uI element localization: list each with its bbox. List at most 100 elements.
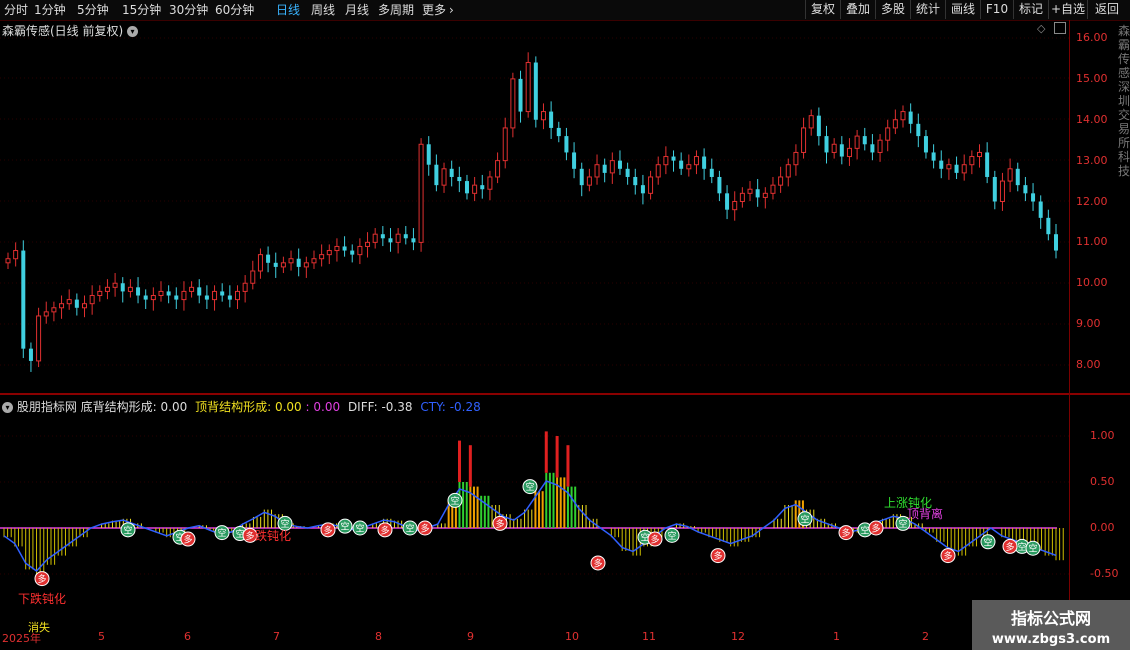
candle-body [839,144,844,157]
candle-body [365,241,371,247]
candle-body [732,201,738,211]
candle-body [533,62,538,120]
candle-body [280,262,286,268]
date-tick: 5 [98,630,105,643]
candle-body [916,123,921,137]
candle-body [227,295,232,300]
candle-body [250,270,256,284]
panel-divider[interactable] [0,393,1130,395]
period-tab-more[interactable]: 更多 [422,2,446,18]
candle-body [487,176,493,190]
candle-body [1038,201,1043,218]
short-signal-text: 空 [860,524,869,536]
stats-button[interactable]: 统计 [910,0,945,19]
date-tick: 2 [922,630,929,643]
short-signal-text: 空 [217,527,226,539]
candle-body [403,234,408,239]
indicator-tick: 0.50 [1090,475,1115,488]
down-blunt-label-2: 跌钝化 [255,529,292,543]
candle-body [441,168,447,186]
short-signal-text: 空 [405,523,414,535]
date-tick: 7 [273,630,280,643]
right-info-panel[interactable]: 森霸传感深圳交易所科技 [1118,24,1130,394]
date-tick: 11 [642,630,656,643]
candle-body [939,160,944,169]
candle-body [617,160,622,169]
candle-body [5,258,11,264]
overlay-button[interactable]: 叠加 [840,0,875,19]
more-chevron-icon[interactable]: › [449,2,454,18]
date-tick: 12 [731,630,745,643]
candle-body [579,168,584,186]
candle-body [1054,234,1058,251]
period-tab-5min[interactable]: 5分钟 [77,2,109,18]
candle-body [296,258,301,267]
candle-body [127,286,133,292]
draw-button[interactable]: 画线 [945,0,980,19]
candle-body [747,188,753,194]
candle-body [36,315,42,362]
candle-body [1007,168,1013,182]
candle-body [472,184,478,194]
candle-body [28,348,33,361]
period-tab-15min[interactable]: 15分钟 [122,2,161,18]
price-tick: 12.00 [1076,194,1108,208]
long-signal-text: 多 [871,523,880,535]
candle-body [977,151,983,158]
candle-body [457,176,462,182]
short-signal-text: 空 [450,495,459,507]
mark-button[interactable]: 标记 [1013,0,1048,19]
long-signal-text: 多 [37,573,46,585]
multi-stock-button[interactable]: 多股 [875,0,910,19]
period-tab-daily[interactable]: 日线 [276,2,300,18]
short-signal-text: 空 [1017,541,1026,553]
price-tick: 15.00 [1076,71,1108,85]
watermark-url: www.zbgs3.com [991,632,1111,647]
price-tick: 16.00 [1076,31,1108,44]
candle-body [158,290,164,297]
candle-body [999,180,1005,202]
period-tab-multi[interactable]: 多周期 [378,2,414,18]
down-blunt-label: 下跌钝化 [18,592,67,606]
candle-body [525,62,531,113]
price-tick: 14.00 [1076,112,1108,126]
period-tab-monthly[interactable]: 月线 [345,2,369,18]
candlestick-chart [0,37,1069,372]
period-tab-1min[interactable]: 1分钟 [34,2,66,18]
candle-body [204,295,209,300]
price-tick: 8.00 [1076,358,1101,371]
candle-body [273,262,278,267]
candle-body [801,127,807,153]
long-signal-text: 多 [713,550,722,562]
date-axis: 2025年 5 6 7 8 9 10 11 12 1 2 [0,630,1069,650]
candle-body [846,147,852,158]
candle-body [104,286,110,292]
candle-body [633,176,638,186]
period-tab-fenshi[interactable]: 分时 [4,2,28,18]
candle-body [755,189,760,198]
period-tab-60min[interactable]: 60分钟 [215,2,254,18]
f10-button[interactable]: F10 [980,0,1013,19]
candle-body [717,176,722,194]
long-signal-text: 多 [943,550,952,562]
candle-body [518,78,523,112]
candle-body [480,185,485,190]
candle-body [449,168,454,177]
candle-body [572,152,577,169]
watermark: 指标公式网 www.zbgs3.com [972,600,1130,650]
long-signal-text: 多 [245,530,254,542]
candle-body [961,164,967,174]
candle-body [693,156,699,166]
watermark-title: 指标公式网 [1010,609,1091,628]
candle-body [954,164,959,173]
long-signal-text: 多 [323,524,332,536]
add-watchlist-button[interactable]: +自选 [1048,0,1087,19]
period-tab-weekly[interactable]: 周线 [311,2,335,18]
period-tab-30min[interactable]: 30分钟 [169,2,208,18]
candle-body [946,164,952,170]
back-button[interactable]: 返回 [1087,0,1126,19]
candle-body [334,245,340,252]
fuquan-button[interactable]: 复权 [805,0,840,19]
candle-body [625,168,630,177]
candle-body [189,286,195,292]
